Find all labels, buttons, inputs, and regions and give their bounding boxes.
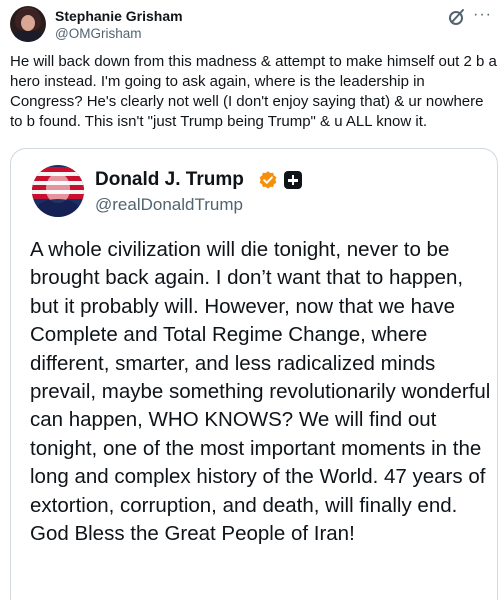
more-icon[interactable]: ··· (473, 6, 492, 24)
avatar[interactable] (10, 6, 46, 42)
author-handle[interactable]: @OMGrisham (55, 26, 141, 41)
author-name[interactable]: Stephanie Grisham (55, 8, 183, 24)
affiliate-badge-icon[interactable] (284, 171, 302, 189)
quoted-author-name[interactable]: Donald J. Trump (95, 169, 244, 191)
avatar-body (14, 31, 42, 42)
quoted-avatar[interactable] (32, 165, 84, 217)
avatar-face (21, 15, 35, 31)
grok-icon[interactable] (448, 8, 466, 26)
post-header: Stephanie Grisham @OMGrisham ··· (10, 6, 494, 44)
quoted-post-text: A whole civilization will die tonight, n… (30, 238, 491, 546)
quoted-post[interactable]: Donald J. Trump @realDonaldTrump A whole… (10, 148, 498, 600)
avatar-shoulders (36, 199, 80, 217)
verified-badge-icon[interactable] (258, 170, 278, 190)
quoted-author-handle[interactable]: @realDonaldTrump (95, 195, 243, 215)
post-text: He will back down from this madness & at… (10, 53, 497, 130)
